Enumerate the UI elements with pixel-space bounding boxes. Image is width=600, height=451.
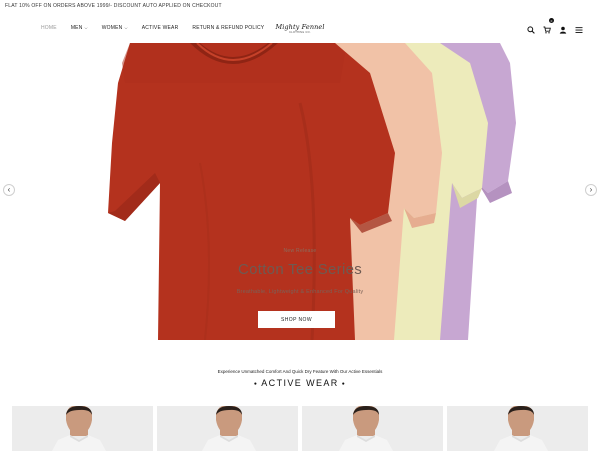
logo-tagline: clothing co. [289, 30, 311, 34]
nav-home-label: HOME [41, 24, 57, 31]
announcement-bar: FLAT 10% OFF ON ORDERS ABOVE 1999/- DISC… [0, 0, 600, 12]
bullet-icon: ● [341, 380, 347, 387]
chevron-down-icon: ⌵ [84, 25, 88, 30]
cart-count-badge: 0 [549, 18, 554, 23]
product-image [339, 406, 393, 451]
hero-tagline: New Release [283, 248, 317, 254]
logo-wordmark: Mighty Fennel [275, 22, 325, 31]
nav-home[interactable]: HOME [41, 25, 57, 31]
tshirt-stack-image [108, 43, 516, 340]
site-header: HOME MEN ⌵ WOMEN ⌵ ACTIVE WEAR RETURN & RE… [0, 12, 600, 43]
section-tagline: Experience Unmatched Comfort And Quick D… [217, 369, 383, 374]
cart-icon[interactable]: 0 [543, 18, 554, 34]
nav-return-policy-label: RETURN & REFUND POLICY [192, 24, 265, 31]
header-icons: 0 [527, 18, 583, 34]
nav-men-label: MEN [70, 24, 83, 31]
product-card[interactable] [157, 406, 298, 451]
nav-men[interactable]: MEN ⌵ [71, 25, 88, 31]
carousel-prev-button[interactable]: ‹ [3, 184, 15, 196]
section-heading-text: ACTIVE WEAR [261, 378, 339, 388]
nav-active-wear[interactable]: ACTIVE WEAR [142, 25, 179, 31]
bullet-icon: ● [253, 380, 259, 387]
chevron-left-icon: ‹ [7, 185, 11, 194]
section-heading: ● ACTIVE WEAR ● [0, 378, 600, 388]
product-image [52, 406, 106, 451]
hero-title: Cotton Tee Series [237, 261, 363, 278]
menu-icon[interactable] [575, 21, 583, 33]
brand-logo[interactable]: Mighty Fennel clothing co. [268, 20, 332, 36]
product-image [494, 406, 548, 451]
shop-now-button[interactable]: SHOP NOW [258, 311, 335, 328]
hero-banner: New Release Cotton Tee Series Breathable… [0, 43, 600, 340]
nav-return-policy[interactable]: RETURN & REFUND POLICY [192, 25, 264, 31]
carousel-next-button[interactable]: › [585, 184, 597, 196]
chevron-down-icon: ⌵ [124, 25, 128, 30]
announcement-text: FLAT 10% OFF ON ORDERS ABOVE 1999/- DISC… [5, 3, 222, 9]
search-icon[interactable] [527, 21, 535, 34]
product-card[interactable] [12, 406, 153, 451]
product-image [202, 406, 256, 451]
user-icon[interactable] [559, 21, 567, 34]
product-grid [12, 406, 589, 451]
nav-women-label: WOMEN [101, 24, 123, 31]
product-card[interactable] [302, 406, 443, 451]
hero-subtitle: Breathable, Lightweight & Enhanced For Q… [236, 289, 364, 295]
chevron-right-icon: › [589, 185, 593, 194]
main-nav: HOME MEN ⌵ WOMEN ⌵ ACTIVE WEAR RETURN & RE… [41, 12, 278, 43]
product-card[interactable] [447, 406, 588, 451]
nav-women[interactable]: WOMEN ⌵ [102, 25, 128, 31]
nav-active-wear-label: ACTIVE WEAR [141, 24, 179, 31]
